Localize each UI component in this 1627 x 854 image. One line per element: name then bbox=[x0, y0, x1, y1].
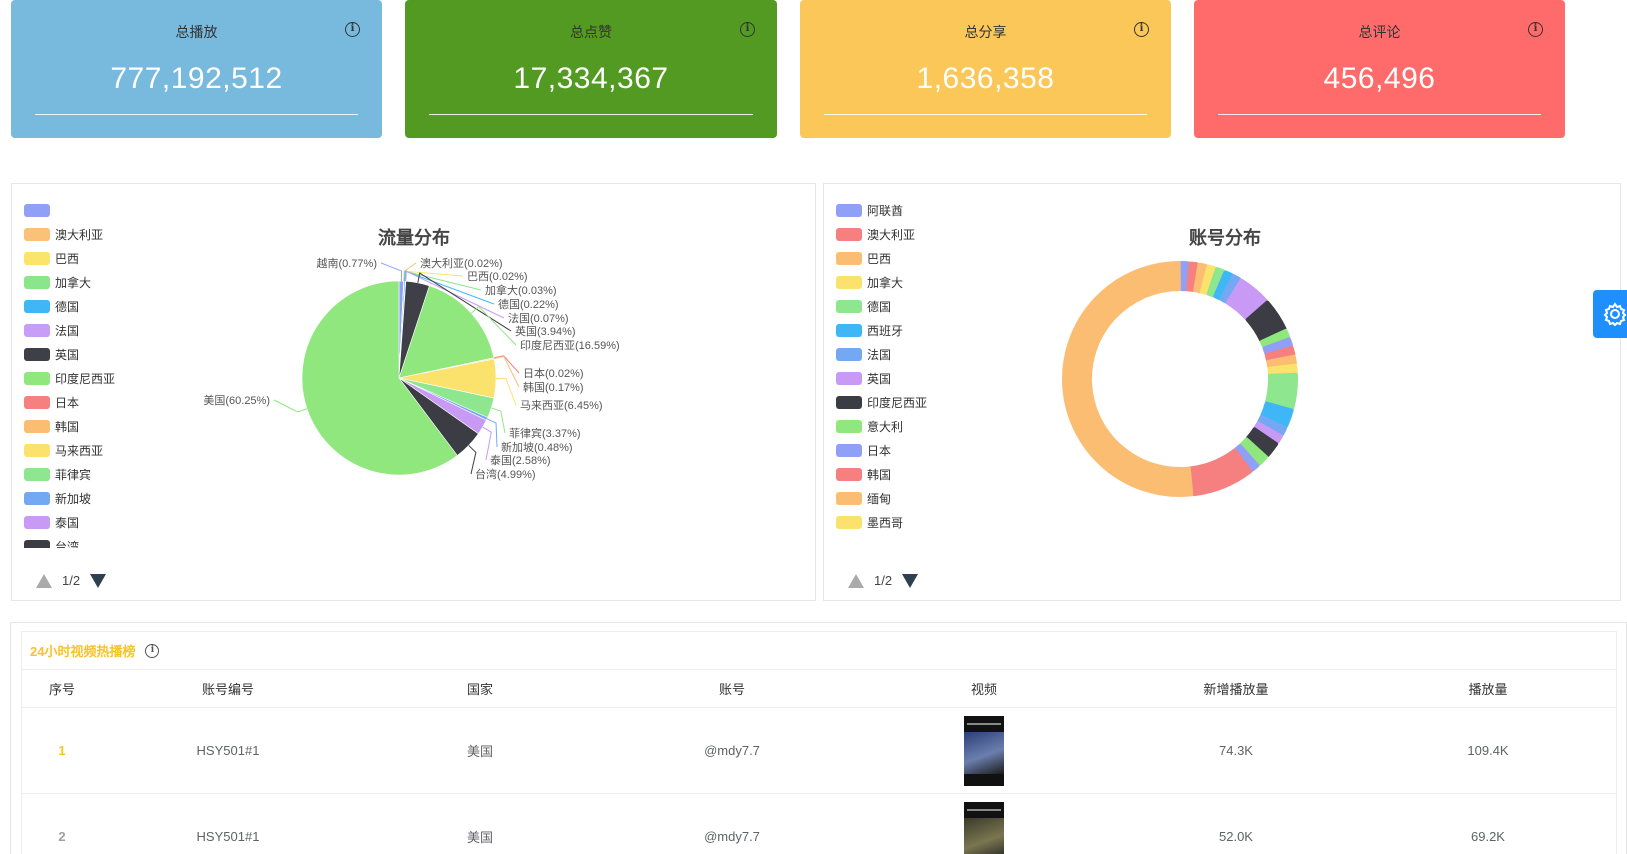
info-circle-icon[interactable]: i bbox=[345, 22, 360, 37]
account-id-cell: HSY501#1 bbox=[196, 743, 260, 758]
slice-label: 菲律宾(3.37%) bbox=[509, 426, 581, 440]
account-legend-page: 1/2 bbox=[874, 573, 893, 588]
donut-slice[interactable] bbox=[1267, 363, 1298, 376]
card-divider bbox=[35, 114, 358, 115]
info-circle-icon[interactable]: i bbox=[1528, 22, 1543, 37]
slice-label: 加拿大(0.03%) bbox=[485, 283, 557, 297]
column-header[interactable]: 新增播放量 bbox=[1110, 679, 1362, 698]
slice-label: 德国(0.22%) bbox=[498, 297, 559, 311]
card-title: 总评论 bbox=[1358, 24, 1401, 40]
label-line bbox=[495, 378, 517, 406]
slice-label: 印度尼西亚(16.59%) bbox=[520, 338, 620, 352]
label-line bbox=[273, 399, 308, 413]
info-circle-icon[interactable]: i bbox=[740, 22, 755, 37]
traffic-legend-pager: 1/2 bbox=[36, 573, 107, 588]
thumb-scene bbox=[964, 817, 1004, 854]
hot-list-title: 24小时视频热播榜 bbox=[30, 644, 136, 659]
country-cell: 美国 bbox=[466, 744, 493, 759]
card-title: 总点赞 bbox=[570, 24, 612, 40]
slice-label: 美国(60.25%) bbox=[203, 394, 270, 407]
video-thumbnail[interactable] bbox=[964, 801, 1004, 854]
label-line bbox=[493, 355, 520, 374]
triangle-down-icon[interactable] bbox=[90, 573, 107, 588]
table-row[interactable]: 1 HSY501#1 美国 @mdy7.7 74.3K 109.4K bbox=[22, 708, 1616, 794]
account-cell[interactable]: @mdy7.7 bbox=[606, 743, 858, 758]
slice-label: 法国(0.07%) bbox=[508, 311, 569, 325]
slice-label: 韩国(0.17%) bbox=[523, 380, 584, 394]
column-header[interactable]: 播放量 bbox=[1362, 679, 1614, 698]
country-cell: 美国 bbox=[466, 830, 493, 845]
hot-list-panel: 24小时视频热播榜 i 序号 账号编号 国家 账号 视频 新增播放量 播放量 1 HSY501… bbox=[10, 622, 1627, 854]
table-header-row: 序号 账号编号 国家 账号 视频 新增播放量 播放量 bbox=[22, 670, 1616, 708]
rank-number: 1 bbox=[58, 743, 66, 758]
total-shares-card: 总分享 i 1,636,358 bbox=[800, 0, 1171, 138]
slice-label: 马来西亚(6.45%) bbox=[520, 399, 603, 412]
donut-slice[interactable] bbox=[1189, 448, 1253, 497]
slice-label: 台湾(4.99%) bbox=[475, 467, 536, 481]
triangle-up-icon[interactable] bbox=[36, 573, 52, 588]
traffic-pie-chart: 越南(0.77%) 澳大利亚(0.02%)巴西(0.02%)加拿大(0.03%)德… bbox=[203, 256, 620, 481]
label-line bbox=[493, 355, 520, 388]
total-plays-card: 总播放 i 777,192,512 bbox=[11, 0, 382, 138]
slice-label: 新加坡(0.48%) bbox=[501, 440, 573, 454]
card-divider bbox=[1218, 114, 1541, 115]
card-value: 1,636,358 bbox=[916, 62, 1055, 95]
card-value: 456,496 bbox=[1323, 62, 1436, 95]
plays-cell: 69.2K bbox=[1471, 829, 1505, 844]
label-line bbox=[380, 262, 403, 282]
card-title: 总播放 bbox=[175, 24, 218, 40]
triangle-down-icon[interactable] bbox=[902, 573, 919, 588]
slice-label: 澳大利亚(0.02%) bbox=[420, 256, 503, 270]
card-value: 17,334,367 bbox=[513, 62, 669, 95]
card-value: 777,192,512 bbox=[110, 62, 283, 95]
card-title: 总分享 bbox=[964, 24, 1007, 40]
slice-label: 泰国(2.58%) bbox=[490, 453, 551, 467]
hot-list-table: 24小时视频热播榜 i 序号 账号编号 国家 账号 视频 新增播放量 播放量 1 HSY501… bbox=[21, 631, 1617, 854]
slice-label: 巴西(0.02%) bbox=[467, 271, 528, 283]
total-comments-card: 总评论 i 456,496 bbox=[1194, 0, 1565, 138]
label-line bbox=[491, 407, 506, 434]
column-header[interactable]: 序号 bbox=[22, 679, 102, 698]
account-cell[interactable]: @mdy7.7 bbox=[606, 829, 858, 844]
info-circle-icon[interactable]: i bbox=[1134, 22, 1149, 37]
traffic-chart-panel: 澳大利亚巴西加拿大德国法国英国印度尼西亚日本韩国马来西亚菲律宾新加坡泰国台湾美国… bbox=[11, 183, 816, 601]
info-circle-icon[interactable]: i bbox=[145, 643, 160, 658]
traffic-legend-page: 1/2 bbox=[62, 573, 81, 588]
label-line bbox=[486, 418, 498, 448]
slice-label: 越南(0.77%) bbox=[316, 256, 377, 270]
gear-icon bbox=[1603, 302, 1627, 327]
plays-cell: 109.4K bbox=[1467, 743, 1509, 758]
thumb-caption bbox=[967, 808, 1001, 811]
card-divider bbox=[824, 114, 1147, 115]
account-legend-pager: 1/2 bbox=[848, 573, 919, 588]
column-header[interactable]: 国家 bbox=[354, 679, 606, 698]
thumb-scene bbox=[964, 731, 1004, 774]
account-id-cell: HSY501#1 bbox=[196, 829, 260, 844]
label-line bbox=[403, 270, 464, 282]
video-cell[interactable] bbox=[858, 801, 1110, 854]
column-header[interactable]: 视频 bbox=[858, 679, 1110, 698]
thumb-caption bbox=[967, 722, 1001, 725]
account-donut-chart bbox=[1062, 261, 1298, 497]
dashboard-page: 总播放 i 777,192,512 总点赞 i 17,334,367 总分享 i 1,636,3… bbox=[0, 0, 1627, 854]
slice-label: 英国(3.94%) bbox=[515, 324, 576, 338]
rank-number: 2 bbox=[58, 829, 66, 844]
column-header[interactable]: 账号 bbox=[606, 679, 858, 698]
column-header[interactable]: 账号编号 bbox=[102, 679, 354, 698]
hot-list-header: 24小时视频热播榜 i bbox=[22, 632, 1616, 670]
slice-label: 日本(0.02%) bbox=[523, 366, 584, 380]
card-divider bbox=[429, 114, 753, 115]
new-plays-cell: 74.3K bbox=[1219, 743, 1253, 758]
account-chart-panel: 阿联酋 澳大利亚 巴西 加拿大 德国 西班牙 法国 英国 印度尼西亚 意大利 日本 韩国 缅甸 墨西哥 账… bbox=[823, 183, 1621, 601]
video-cell[interactable] bbox=[858, 715, 1110, 786]
video-thumbnail[interactable] bbox=[964, 715, 1004, 786]
triangle-up-icon[interactable] bbox=[848, 573, 864, 588]
new-plays-cell: 52.0K bbox=[1219, 829, 1253, 844]
table-row[interactable]: 2 HSY501#1 美国 @mdy7.7 52.0K 69.2K bbox=[22, 794, 1616, 854]
total-likes-card: 总点赞 i 17,334,367 bbox=[405, 0, 777, 138]
donut-slice[interactable] bbox=[1062, 261, 1194, 497]
settings-button[interactable] bbox=[1593, 290, 1627, 338]
